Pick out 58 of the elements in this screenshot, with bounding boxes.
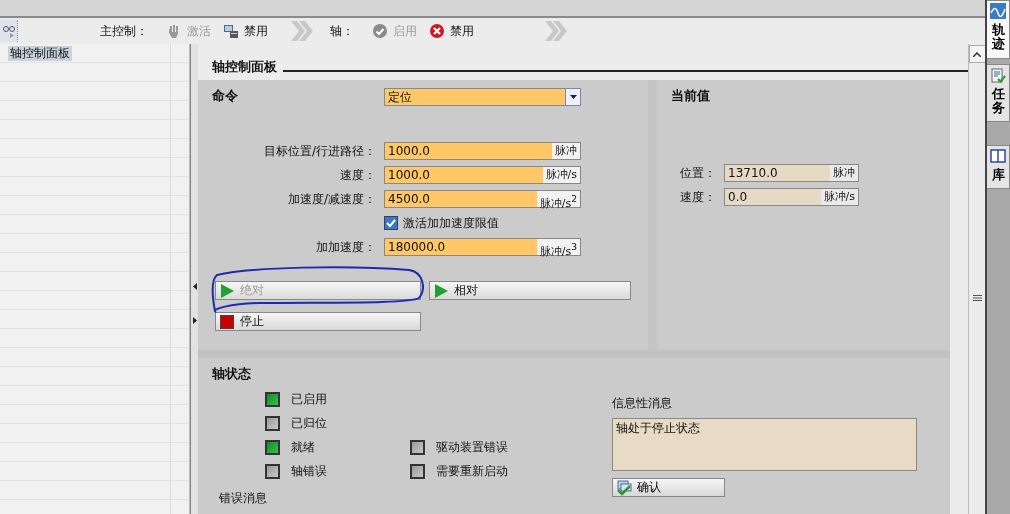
checkmark-icon (386, 218, 396, 228)
book-icon (990, 148, 1006, 165)
input-field[interactable]: 4500.0 脉冲/s$^{2}$ (384, 190, 581, 208)
command-button[interactable]: 相对 (429, 281, 631, 300)
scroll-grip-icon[interactable] (972, 295, 982, 301)
section-title: 命令 (212, 88, 239, 104)
glasses-icon (1, 24, 16, 38)
input-field[interactable]: 13710.0 脉冲 (724, 164, 859, 182)
side-tab[interactable]: 库 (987, 145, 1010, 190)
acknowledge-icon (616, 479, 634, 496)
toolbar-label: 主控制： (100, 22, 148, 40)
message-box: 轴处于停止状态 (612, 418, 917, 471)
field-label: 速度： (339, 166, 376, 184)
command-button[interactable]: 停止 (215, 312, 421, 331)
section-title: 当前值 (671, 88, 711, 104)
input-field[interactable]: 180000.0 脉冲/s$^{3}$ (384, 238, 581, 256)
status-label: 驱动装置错误 (436, 438, 508, 456)
caret-up-icon (973, 51, 981, 57)
stop-icon (220, 314, 234, 329)
error-messages-label: 错误消息 (219, 490, 268, 507)
panel-title: 轴控制面板 (212, 58, 277, 76)
play-icon (434, 283, 448, 298)
tree-item[interactable]: 轴控制面板 (8, 46, 72, 61)
toolbar-button[interactable]: 禁用 (223, 22, 268, 40)
field-label: 目标位置/行进路径： (262, 142, 376, 160)
collapse-arrow-icon[interactable] (192, 283, 197, 290)
field-label: 位置： (679, 164, 716, 182)
status-label: 已归位 (291, 414, 327, 432)
field-label: 速度： (679, 188, 716, 206)
input-field[interactable]: 1000.0 脉冲 (384, 142, 581, 160)
field-label: 加加速度： (315, 238, 376, 256)
close-icon (429, 23, 445, 39)
status-label: 轴错误 (291, 462, 327, 480)
side-tab[interactable]: 轨迹 (987, 0, 1010, 59)
confirm-button[interactable]: 确认 (612, 478, 725, 497)
status-label: 需要重新启动 (436, 462, 508, 480)
toolbar-label: 轴： (330, 22, 354, 40)
wave-icon (990, 3, 1006, 19)
dropdown-arrow-icon (569, 95, 577, 99)
scroll-up-button[interactable] (968, 45, 986, 63)
jerk-limit-checkbox[interactable]: 激活加加速度限值 (384, 214, 499, 232)
chevron-icon (544, 20, 568, 42)
input-field[interactable]: 0.0 脉冲/s (724, 188, 859, 206)
section-title: 轴状态 (212, 366, 252, 382)
play-icon (220, 283, 234, 298)
chevron-icon (290, 20, 314, 42)
mode-dropdown[interactable]: 定位 (384, 88, 581, 106)
check-icon (372, 23, 388, 39)
status-label: 已启用 (291, 390, 327, 408)
status-label: 就绪 (291, 438, 315, 456)
toolbar-button[interactable]: 禁用 (429, 22, 474, 40)
computer-icon (223, 23, 239, 39)
expand-arrow-icon[interactable] (192, 317, 197, 324)
clipboard-icon (990, 66, 1006, 83)
input-field[interactable]: 1000.0 脉冲/s (384, 166, 581, 184)
side-tab[interactable]: 任务 (987, 63, 1010, 123)
field-label: 加速度/减速度： (286, 190, 376, 208)
info-messages-label: 信息性消息 (612, 395, 673, 412)
